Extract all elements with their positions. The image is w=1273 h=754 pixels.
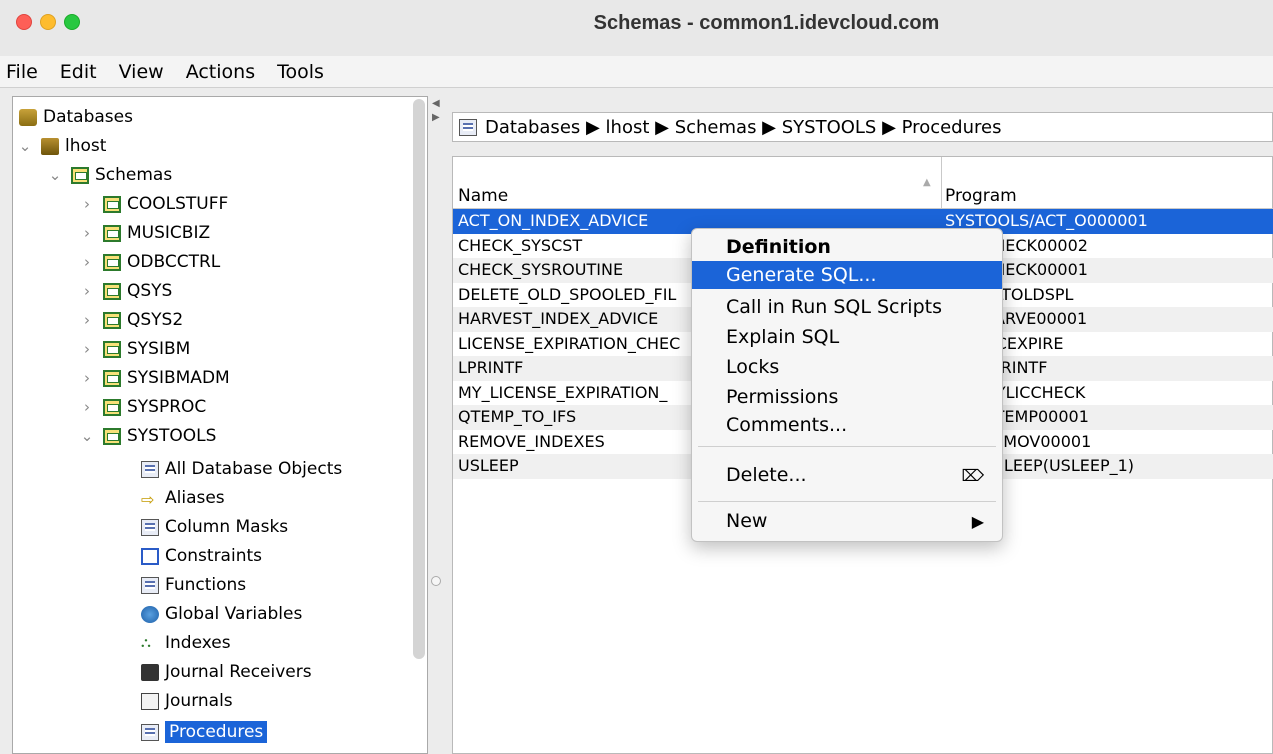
menu-item-locks[interactable]: Locks <box>692 353 1002 381</box>
menu-item-definition[interactable]: Definition <box>692 233 1002 261</box>
menu-item-permissions[interactable]: Permissions <box>692 383 1002 411</box>
menu-file[interactable]: File <box>6 61 38 83</box>
tree-item-host[interactable]: ⌄ lhost <box>17 132 107 160</box>
chevron-right-icon[interactable]: › <box>79 282 95 300</box>
procedures-icon <box>459 118 477 136</box>
menu-item-new[interactable]: New ▶ <box>692 507 1002 535</box>
divider-handle[interactable] <box>431 576 441 586</box>
menu-edit[interactable]: Edit <box>60 61 97 83</box>
menu-item-comments[interactable]: Comments... <box>692 411 1002 439</box>
expand-right-arrow-icon[interactable]: ▶ <box>432 112 440 123</box>
tree-item-aliases[interactable]: ⇨ Aliases <box>141 484 225 512</box>
column-divider[interactable] <box>941 157 942 209</box>
chevron-down-icon[interactable]: ⌄ <box>47 166 63 184</box>
functions-icon <box>141 576 159 594</box>
chevron-right-icon[interactable]: › <box>79 311 95 329</box>
tree-item-schema[interactable]: › QSYS <box>79 277 172 305</box>
schema-icon <box>103 253 121 271</box>
tree-item-schema[interactable]: › SYSIBMADM <box>79 364 230 392</box>
tree-item-schema[interactable]: › COOLSTUFF <box>79 190 228 218</box>
column-header-program[interactable]: Program <box>945 186 1017 206</box>
schema-icon <box>103 340 121 358</box>
tree-item-schema-systools[interactable]: ⌄ SYSTOOLS <box>79 422 217 450</box>
indexes-icon: ⛬ <box>141 634 151 651</box>
tree-item-schema[interactable]: › ODBCCTRL <box>79 248 220 276</box>
schema-icon <box>103 427 121 445</box>
chevron-right-icon[interactable]: › <box>79 340 95 358</box>
menu-item-call-in-run-sql-scripts[interactable]: Call in Run SQL Scripts <box>692 293 1002 321</box>
all-objects-icon <box>141 460 159 478</box>
sort-indicator-icon: ▲ <box>923 177 931 188</box>
journal-receivers-icon <box>141 663 159 681</box>
context-menu: Definition Generate SQL... Call in Run S… <box>691 228 1003 542</box>
breadcrumb-path: Databases ▶ lhost ▶ Schemas ▶ SYSTOOLS ▶… <box>485 116 1002 138</box>
menu-tools[interactable]: Tools <box>277 61 324 83</box>
chevron-down-icon[interactable]: ⌄ <box>17 137 33 155</box>
column-header-name[interactable]: Name <box>458 186 508 206</box>
tree-item-schema[interactable]: › SYSIBM <box>79 335 190 363</box>
journals-icon <box>141 692 159 710</box>
alias-arrow-icon: ⇨ <box>141 489 155 509</box>
menu-item-new-label: New <box>726 510 768 532</box>
tree-item-column-masks[interactable]: Column Masks <box>141 513 288 541</box>
schema-icon <box>103 369 121 387</box>
tree-item-global-variables[interactable]: Global Variables <box>141 600 302 628</box>
menu-actions[interactable]: Actions <box>186 61 255 83</box>
tree-item-databases[interactable]: Databases <box>19 103 133 131</box>
schema-icon <box>103 311 121 329</box>
tree-item-journals[interactable]: Journals <box>141 687 233 715</box>
submenu-arrow-icon: ▶ <box>971 511 984 531</box>
collapse-left-arrow-icon[interactable]: ◀ <box>432 98 440 109</box>
schemas-icon <box>71 166 89 184</box>
column-masks-icon <box>141 518 159 536</box>
menu-bar: File Edit View Actions Tools <box>0 56 1273 88</box>
chevron-right-icon[interactable]: › <box>79 253 95 271</box>
menu-item-explain-sql[interactable]: Explain SQL <box>692 323 1002 351</box>
chevron-right-icon[interactable]: › <box>79 369 95 387</box>
menu-item-generate-sql[interactable]: Generate SQL... <box>692 261 1002 289</box>
tree-item-constraints[interactable]: Constraints <box>141 542 262 570</box>
procedures-icon <box>141 723 159 741</box>
schema-icon <box>103 224 121 242</box>
schema-icon <box>103 398 121 416</box>
tree-item-schema[interactable]: › QSYS2 <box>79 306 183 334</box>
schema-icon <box>103 195 121 213</box>
chevron-right-icon[interactable]: › <box>79 398 95 416</box>
chevron-down-icon[interactable]: ⌄ <box>79 427 95 445</box>
chevron-right-icon[interactable]: › <box>79 195 95 213</box>
table-header: Name ▲ Program <box>453 157 1273 209</box>
navigator-tree[interactable]: Databases ⌄ lhost ⌄ Schemas › COOLSTUFF … <box>12 96 428 754</box>
menu-separator <box>698 446 996 447</box>
chevron-right-icon[interactable]: › <box>79 224 95 242</box>
tree-item-indexes[interactable]: ⛬ Indexes <box>141 629 231 657</box>
tree-item-functions[interactable]: Functions <box>141 571 246 599</box>
menu-item-delete-label: Delete... <box>726 464 807 486</box>
menu-separator <box>698 501 996 502</box>
host-icon <box>41 137 59 155</box>
delete-key-icon: ⌦ <box>961 465 984 485</box>
menu-view[interactable]: View <box>119 61 164 83</box>
tree-item-procedures[interactable]: Procedures <box>141 718 268 746</box>
tree-item-all-database-objects[interactable]: All Database Objects <box>141 455 342 483</box>
schema-icon <box>103 282 121 300</box>
window-title: Schemas - common1.idevcloud.com <box>593 12 940 34</box>
databases-icon <box>19 108 37 126</box>
tree-item-schemas[interactable]: ⌄ Schemas <box>47 161 173 189</box>
menu-item-delete[interactable]: Delete... ⌦ <box>692 461 1002 489</box>
breadcrumb: Databases ▶ lhost ▶ Schemas ▶ SYSTOOLS ▶… <box>452 112 1273 142</box>
tree-item-journal-receivers[interactable]: Journal Receivers <box>141 658 312 686</box>
tree-item-schema[interactable]: › SYSPROC <box>79 393 206 421</box>
constraints-icon <box>141 547 159 565</box>
split-pane-divider[interactable]: ◀ ▶ <box>428 96 446 754</box>
title-bar: Schemas - common1.idevcloud.com <box>0 0 1273 56</box>
global-variables-icon <box>141 605 159 623</box>
tree-item-schema[interactable]: › MUSICBIZ <box>79 219 210 247</box>
tree-scrollbar[interactable] <box>413 99 425 659</box>
